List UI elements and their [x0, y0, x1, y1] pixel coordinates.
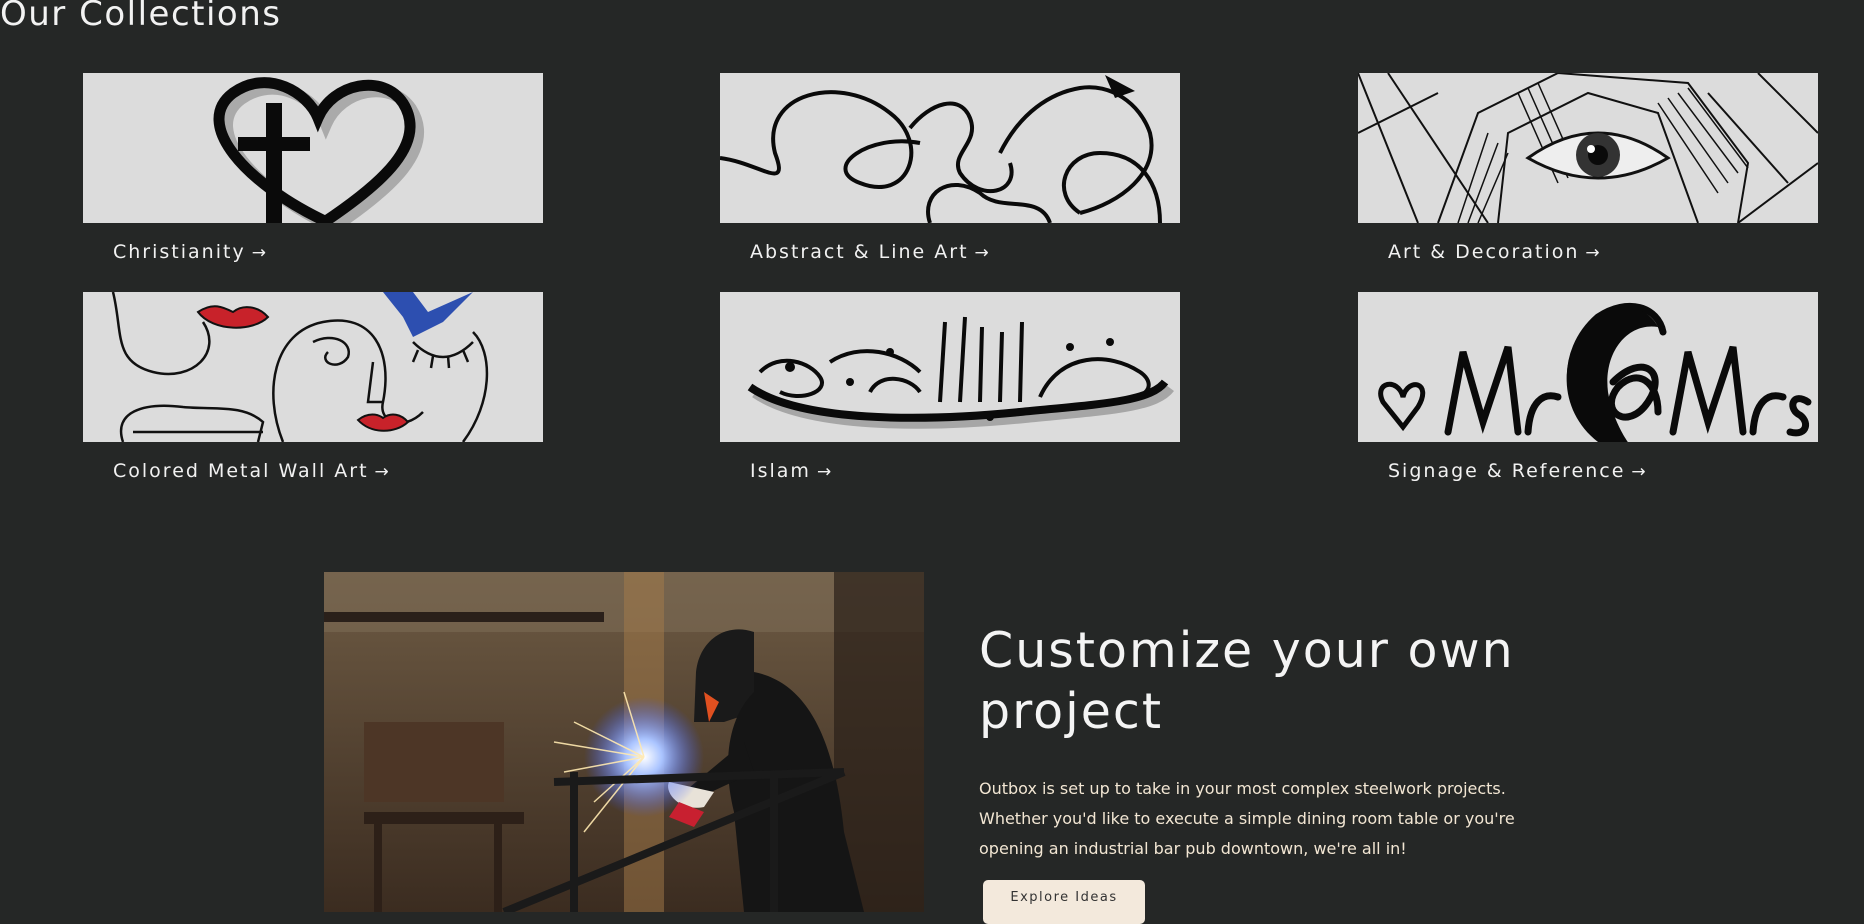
arrow-right-icon: → — [974, 243, 991, 263]
collection-link-signage-reference[interactable]: Signage & Reference → — [1388, 460, 1818, 482]
collections-title: Our Collections — [0, 0, 282, 34]
promo-heading: Customize your own project — [979, 622, 1515, 740]
welder-workshop-photo — [324, 572, 924, 912]
geometric-eye-art — [1358, 73, 1818, 223]
collection-image-signage-reference[interactable] — [1358, 292, 1818, 442]
arrow-right-icon: → — [251, 243, 268, 263]
collection-card-colored-metal-wall-art[interactable]: Colored Metal Wall Art → — [83, 292, 543, 482]
abstract-line-faces-art — [720, 73, 1180, 223]
colored-faces-lips-art — [83, 292, 543, 442]
arrow-right-icon: → — [1585, 243, 1602, 263]
promo-description: Outbox is set up to take in your most co… — [979, 779, 1515, 858]
collection-card-islam[interactable]: Islam → — [720, 292, 1180, 482]
collection-link-islam[interactable]: Islam → — [750, 460, 1180, 482]
collection-image-abstract-line-art[interactable] — [720, 73, 1180, 223]
arrow-right-icon: → — [1631, 462, 1648, 482]
collection-image-christianity[interactable] — [83, 73, 543, 223]
arabic-calligraphy-art — [720, 292, 1180, 442]
collection-card-art-decoration[interactable]: Art & Decoration → — [1358, 73, 1818, 263]
mr-mrs-sign-art — [1358, 292, 1818, 442]
cross-heart-art — [83, 73, 543, 223]
collection-card-abstract-line-art[interactable]: Abstract & Line Art → — [720, 73, 1180, 263]
collection-image-islam[interactable] — [720, 292, 1180, 442]
collection-link-abstract-line-art[interactable]: Abstract & Line Art → — [750, 241, 1180, 263]
collection-image-art-decoration[interactable] — [1358, 73, 1818, 223]
collection-link-colored-metal-wall-art[interactable]: Colored Metal Wall Art → — [113, 460, 543, 482]
collection-link-art-decoration[interactable]: Art & Decoration → — [1388, 241, 1818, 263]
collection-card-signage-reference[interactable]: Signage & Reference → — [1358, 292, 1818, 482]
collection-link-christianity[interactable]: Christianity → — [113, 241, 543, 263]
explore-ideas-button[interactable]: Explore Ideas — [983, 880, 1145, 924]
collection-image-colored-metal-wall-art[interactable] — [83, 292, 543, 442]
arrow-right-icon: → — [374, 462, 391, 482]
collection-card-christianity[interactable]: Christianity → — [83, 73, 543, 263]
arrow-right-icon: → — [816, 462, 834, 482]
